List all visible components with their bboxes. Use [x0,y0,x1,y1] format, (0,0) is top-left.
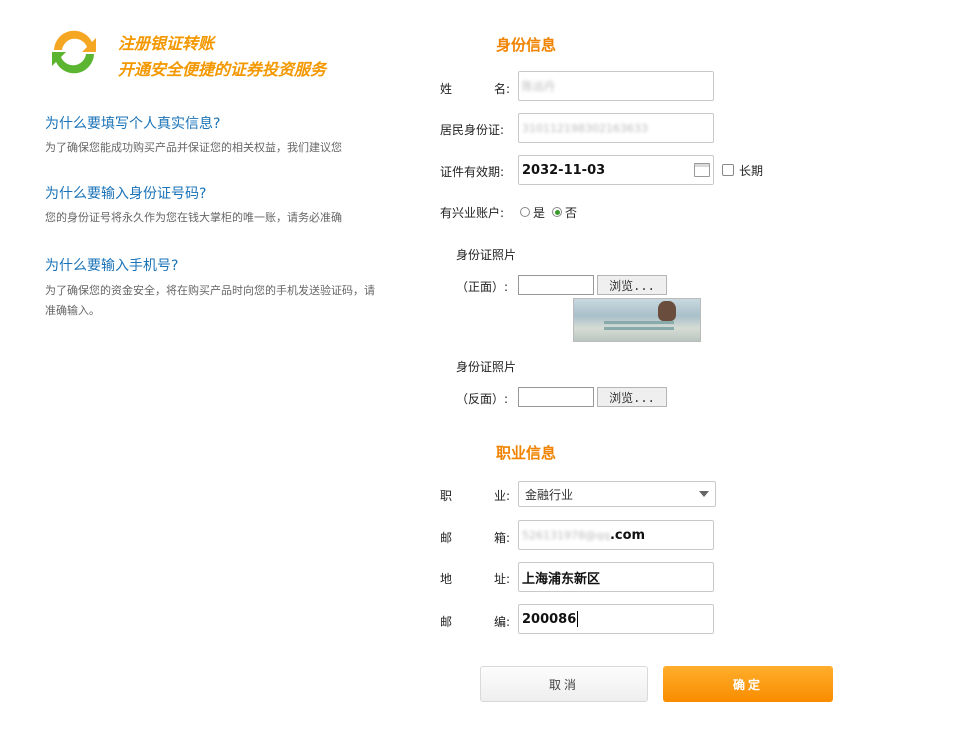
back-photo-file-input[interactable] [518,387,594,407]
email-label-part1: 邮 [440,531,453,545]
text-cursor [577,611,579,627]
expiry-date-value: 2032-11-03 [522,162,606,178]
occupation-section-title: 职业信息 [496,444,557,462]
back-browse-button[interactable]: 浏览... [597,387,667,407]
email-label-part2: 箱: [493,531,510,545]
xingye-no-radio[interactable] [552,207,562,217]
occupation-selected-value: 金融行业 [525,487,574,502]
front-photo-file-input[interactable] [518,275,594,295]
address-value: 上海浦东新区 [522,571,601,587]
xingye-no-label: 否 [565,206,578,220]
name-label-part2: 名: [493,82,510,96]
calendar-icon[interactable] [694,163,710,177]
faq-question-1: 为什么要填写个人真实信息? [45,116,221,132]
faq-answer-2: 您的身份证号将永久作为您在钱大掌柜的唯一账，请务必准确 [45,211,342,224]
cancel-button[interactable]: 取消 [480,666,648,702]
slogan-line-1: 注册银证转账 [118,34,215,53]
long-term-checkbox[interactable] [722,164,734,176]
identity-section-title: 身份信息 [496,36,557,54]
transfer-arrows-logo-icon [52,30,96,74]
email-value-blurred: 526131978@qq [522,528,610,542]
occupation-select[interactable]: 金融行业 [518,481,716,507]
xingye-account-label: 有兴业账户: [440,206,505,220]
email-label: 邮 箱: [440,529,510,546]
address-label-part2: 址: [493,572,510,586]
zip-code-field[interactable]: 200086 [518,604,714,634]
chevron-down-icon [699,491,709,497]
xingye-yes-radio[interactable] [520,207,530,217]
zip-code-value: 200086 [522,611,577,627]
id-number-label: 居民身份证: [440,123,505,137]
confirm-button[interactable]: 确定 [663,666,833,702]
id-photo-front-title: 身份证照片 [456,248,517,262]
occupation-label-part2: 业: [493,489,510,503]
zip-label-part1: 邮 [440,615,453,629]
expiry-label: 证件有效期: [440,165,505,179]
email-field[interactable]: 526131978@qq .com [518,520,714,550]
long-term-label: 长期 [739,164,764,178]
front-side-label: （正面）: [456,280,509,294]
address-label: 地 址: [440,570,510,587]
front-browse-button[interactable]: 浏览... [597,275,667,295]
expiry-date-field[interactable]: 2032-11-03 [518,155,714,185]
id-number-value: 310112198302163633 [522,121,648,135]
id-card-preview-image [573,298,701,342]
address-label-part1: 地 [440,572,453,586]
faq-answer-3: 为了确保您的资金安全，将在购买产品时向您的手机发送验证码，请准确输入。 [45,284,375,317]
zip-label-part2: 编: [493,615,510,629]
occupation-label: 职 业: [440,487,510,504]
faq-question-3: 为什么要输入手机号? [45,258,179,274]
zip-label: 邮 编: [440,613,510,630]
email-value-suffix: .com [609,527,646,543]
faq-answer-1: 为了确保您能成功购买产品并保证您的相关权益，我们建议您 [45,141,342,154]
id-photo-back-title: 身份证照片 [456,360,517,374]
name-field[interactable]: 陈远丹 [518,71,714,101]
xingye-yes-label: 是 [533,206,546,220]
faq-question-2: 为什么要输入身份证号码? [45,186,207,202]
slogan-line-2: 开通安全便捷的证券投资服务 [118,60,327,79]
name-label: 姓 名: [440,80,510,97]
back-side-label: （反面）: [456,392,509,406]
name-label-part1: 姓 [440,82,453,96]
address-field[interactable]: 上海浦东新区 [518,562,714,592]
id-number-field[interactable]: 310112198302163633 [518,113,714,143]
name-value: 陈远丹 [522,80,555,93]
occupation-label-part1: 职 [440,489,453,503]
